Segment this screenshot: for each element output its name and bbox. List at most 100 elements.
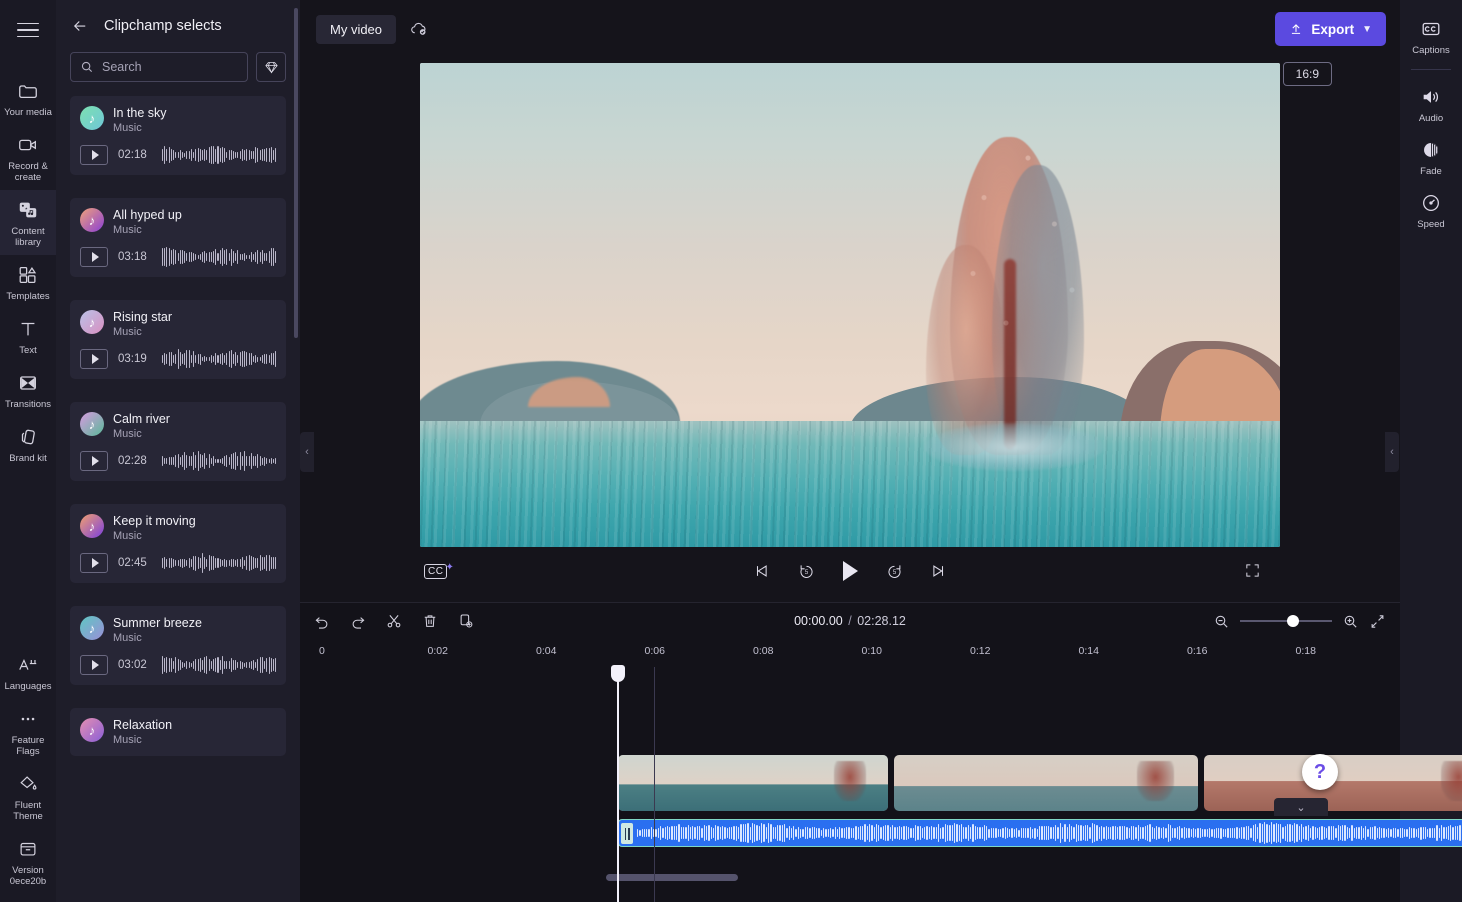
text-t-icon bbox=[16, 317, 40, 341]
rail-items: Your media Record & create Content libra… bbox=[0, 71, 56, 471]
zoom-controls bbox=[1213, 613, 1386, 630]
timeline-horizontal-scrollbar[interactable] bbox=[606, 874, 1462, 881]
sidebar-item-fluent-theme[interactable]: Fluent Theme bbox=[0, 764, 56, 829]
total-time: 02:28.12 bbox=[857, 614, 906, 628]
zoom-slider-knob[interactable] bbox=[1287, 615, 1299, 627]
sidebar-item-brand-kit[interactable]: Brand kit bbox=[0, 417, 56, 471]
track-controls: 02:45 bbox=[80, 552, 276, 574]
captions-label: CC bbox=[424, 563, 448, 579]
trash-icon[interactable] bbox=[420, 612, 439, 631]
track-duration: 03:18 bbox=[118, 251, 147, 263]
track-type: Music bbox=[113, 224, 142, 236]
track-meta: Calm river Music bbox=[113, 412, 170, 441]
project-title-button[interactable]: My video bbox=[316, 14, 397, 44]
play-icon[interactable] bbox=[80, 655, 108, 675]
player-controls: CC ✦ 5 5 bbox=[420, 547, 1280, 595]
panel-toggle-chevron-down-icon[interactable]: ⌄ bbox=[1274, 798, 1328, 816]
table-row[interactable] bbox=[894, 755, 1198, 811]
help-button[interactable]: ? bbox=[1302, 754, 1338, 790]
track-duration: 02:28 bbox=[118, 455, 147, 467]
track-duration: 03:19 bbox=[118, 353, 147, 365]
table-row[interactable] bbox=[618, 755, 888, 811]
collapse-panel-right-chevron-left-icon[interactable]: ‹ bbox=[1385, 432, 1399, 472]
scissors-icon[interactable] bbox=[384, 612, 403, 631]
timeline: 00:00.00 / 02:28.12 0 0:02 0:04 0:06 0:0… bbox=[300, 602, 1462, 902]
export-button[interactable]: Export ▼ bbox=[1275, 12, 1386, 46]
sidebar-item-content-library[interactable]: Content library bbox=[0, 190, 56, 255]
tab-label: Speed bbox=[1417, 219, 1445, 230]
sidebar-item-languages[interactable]: Languages bbox=[0, 645, 56, 699]
sidebar-item-your-media[interactable]: Your media bbox=[0, 71, 56, 125]
back-arrow-icon[interactable] bbox=[70, 16, 90, 36]
sidebar-item-version[interactable]: Version 0ece20b bbox=[0, 829, 56, 894]
duplicate-icon[interactable] bbox=[456, 612, 475, 631]
zoom-out-icon[interactable] bbox=[1213, 613, 1230, 630]
sidebar-label: Content library bbox=[11, 226, 45, 248]
skip-to-end-icon[interactable] bbox=[927, 560, 949, 582]
play-icon[interactable] bbox=[80, 349, 108, 369]
fit-to-screen-icon[interactable] bbox=[1369, 613, 1386, 630]
cloud-saved-icon[interactable] bbox=[408, 18, 430, 40]
collapse-panel-left-chevron-left-icon[interactable]: ‹ bbox=[300, 432, 314, 472]
play-icon[interactable] bbox=[839, 560, 861, 582]
rewind-5-icon[interactable]: 5 bbox=[795, 560, 817, 582]
undo-arrow-icon[interactable] bbox=[312, 612, 331, 631]
closed-captions-ai-icon[interactable]: CC ✦ bbox=[424, 562, 454, 579]
tab-fade[interactable]: Fade bbox=[1400, 131, 1462, 184]
search-box[interactable] bbox=[70, 52, 248, 82]
video-preview-canvas[interactable] bbox=[420, 63, 1280, 547]
zoom-in-icon[interactable] bbox=[1342, 613, 1359, 630]
music-note-icon: ♪ bbox=[80, 412, 104, 436]
list-item[interactable]: ♪ Keep it moving Music 02:45 bbox=[70, 504, 286, 583]
hamburger-menu-icon[interactable] bbox=[11, 17, 45, 43]
transitions-icon bbox=[16, 371, 40, 395]
panel-title: Clipchamp selects bbox=[104, 18, 222, 34]
list-item[interactable]: ♪ Calm river Music 02:28 bbox=[70, 402, 286, 481]
play-icon[interactable] bbox=[80, 553, 108, 573]
audio-clip[interactable] bbox=[618, 819, 1462, 847]
track-duration: 03:02 bbox=[118, 659, 147, 671]
top-bar: My video Export ▼ bbox=[300, 0, 1400, 58]
sidebar-item-templates[interactable]: Templates bbox=[0, 255, 56, 309]
list-item[interactable]: ♪ Summer breeze Music 03:02 bbox=[70, 606, 286, 685]
track-controls: 03:19 bbox=[80, 348, 276, 370]
list-item[interactable]: ♪ Relaxation Music bbox=[70, 708, 286, 756]
sidebar-item-feature-flags[interactable]: Feature Flags bbox=[0, 699, 56, 764]
music-note-icon: ♪ bbox=[80, 106, 104, 130]
scrollbar-thumb[interactable] bbox=[606, 874, 738, 881]
skip-to-start-icon[interactable] bbox=[751, 560, 773, 582]
track-waveform bbox=[162, 552, 276, 574]
play-icon[interactable] bbox=[80, 247, 108, 267]
tab-label: Fade bbox=[1420, 166, 1442, 177]
panel-scrollbar[interactable] bbox=[294, 8, 298, 338]
tab-audio[interactable]: Audio bbox=[1400, 78, 1462, 131]
forward-5-icon[interactable]: 5 bbox=[883, 560, 905, 582]
redo-arrow-icon[interactable] bbox=[348, 612, 367, 631]
water-surface bbox=[420, 421, 1280, 547]
search-input[interactable] bbox=[102, 60, 238, 74]
zoom-slider[interactable] bbox=[1240, 615, 1332, 627]
list-item[interactable]: ♪ Rising star Music 03:19 bbox=[70, 300, 286, 379]
list-item[interactable]: ♪ In the sky Music 02:18 bbox=[70, 96, 286, 175]
track-type: Music bbox=[113, 122, 142, 134]
sidebar-item-record-create[interactable]: Record & create bbox=[0, 125, 56, 190]
timeline-ruler[interactable]: 0 0:02 0:04 0:06 0:08 0:10 0:12 0:14 0:16 0:18 bbox=[308, 639, 1400, 667]
playhead-icon[interactable] bbox=[611, 665, 625, 902]
play-icon[interactable] bbox=[80, 145, 108, 165]
tab-speed[interactable]: Speed bbox=[1400, 184, 1462, 237]
track-waveform bbox=[162, 246, 276, 268]
clip-keyframe-highlight bbox=[834, 761, 867, 801]
fullscreen-icon[interactable] bbox=[1244, 562, 1262, 580]
languages-icon bbox=[16, 653, 40, 677]
tab-captions[interactable]: Captions bbox=[1400, 10, 1462, 63]
diamond-gem-icon[interactable] bbox=[256, 52, 286, 82]
track-name: Keep it moving bbox=[113, 514, 196, 528]
sidebar-item-transitions[interactable]: Transitions bbox=[0, 363, 56, 417]
trim-handle-icon[interactable] bbox=[621, 823, 633, 844]
sidebar-item-text[interactable]: Text bbox=[0, 309, 56, 363]
aspect-ratio-button[interactable]: 16:9 bbox=[1282, 62, 1332, 86]
track-waveform bbox=[162, 654, 276, 676]
list-item[interactable]: ♪ All hyped up Music 03:18 bbox=[70, 198, 286, 277]
play-icon[interactable] bbox=[80, 451, 108, 471]
speaker-icon bbox=[1419, 85, 1443, 109]
